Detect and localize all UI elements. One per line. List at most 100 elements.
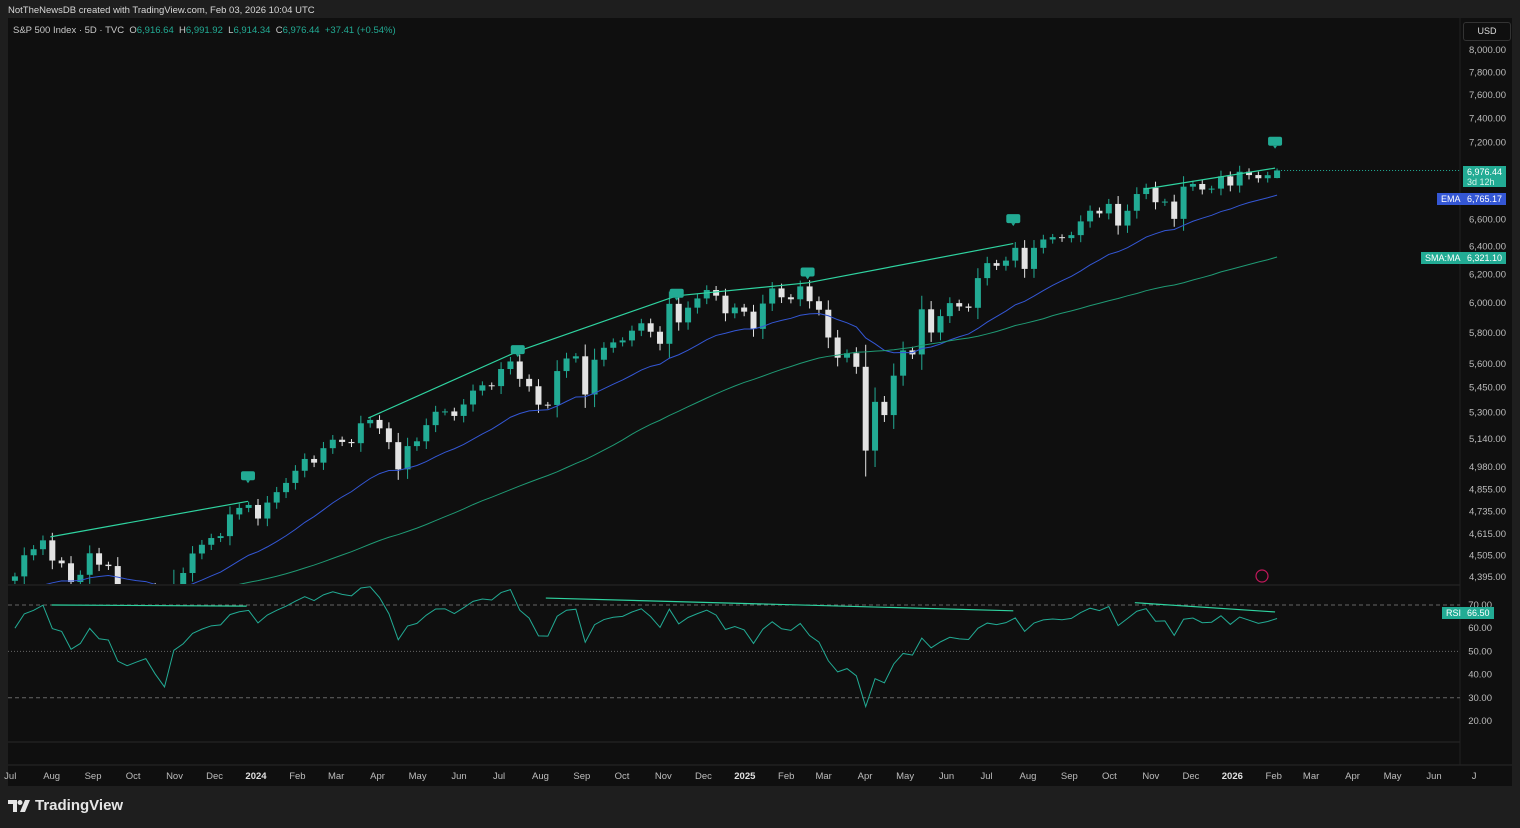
candle-body xyxy=(853,353,860,367)
price-tick-label: 4,505.00 xyxy=(1469,550,1506,561)
price-tick-label: 4,395.00 xyxy=(1469,572,1506,583)
time-tick-label: Oct xyxy=(126,771,141,782)
candle-body xyxy=(413,441,420,447)
candle-body xyxy=(208,538,215,545)
candle-body xyxy=(628,330,635,341)
candle-body xyxy=(133,595,139,599)
chart-svg[interactable]: 8,000.00 7,800.00 7,600.00 7,400.00 7,200.00… xyxy=(0,0,1520,828)
candle-body xyxy=(956,303,963,307)
candle-body xyxy=(189,553,196,574)
candle-body xyxy=(787,297,794,300)
rsi-tick-label: 20.00 xyxy=(1468,716,1492,727)
candle-body xyxy=(984,263,991,279)
candle-body xyxy=(722,295,729,314)
candle-body xyxy=(507,361,514,370)
candle-body xyxy=(395,442,402,470)
time-tick-label: May xyxy=(1384,771,1402,782)
candle-body xyxy=(1264,175,1271,179)
candle-body xyxy=(226,514,233,537)
signal-pointer xyxy=(245,480,250,484)
time-tick-label: Dec xyxy=(695,771,712,782)
time-tick-label: Aug xyxy=(1020,771,1037,782)
time-tick-label: Apr xyxy=(858,771,873,782)
price-tick-label: 6,200.00 xyxy=(1469,269,1506,280)
price-trendline xyxy=(1144,167,1276,190)
candle-body xyxy=(498,369,505,387)
signal-badge xyxy=(1268,136,1283,146)
candle-body xyxy=(778,288,785,298)
candle-body xyxy=(937,316,944,333)
candle-body xyxy=(535,386,542,405)
signal-badge xyxy=(669,288,684,298)
candle-body xyxy=(1208,188,1215,190)
candle-body xyxy=(1161,201,1168,203)
candle-body xyxy=(881,401,888,416)
price-tick-label: 4,735.00 xyxy=(1469,506,1506,517)
candle-body xyxy=(1012,247,1019,261)
candle-body xyxy=(1115,203,1122,226)
price-tick-label: 5,800.00 xyxy=(1469,328,1506,339)
candle-body xyxy=(441,411,448,413)
ema-label-tag: EMA xyxy=(1437,193,1465,205)
ema-value-tag: 6,765.17 xyxy=(1463,193,1507,205)
candle-body xyxy=(49,540,56,561)
signal-badge xyxy=(1006,214,1021,224)
time-tick-label: Jun xyxy=(939,771,954,782)
price-tick-label: 4,615.00 xyxy=(1469,529,1506,540)
price-tick-label: 5,300.00 xyxy=(1469,407,1506,418)
price-tick-label: 5,600.00 xyxy=(1469,359,1506,370)
currency-button[interactable]: USD xyxy=(1463,22,1511,41)
candle-body xyxy=(58,560,65,564)
time-tick-label: Apr xyxy=(370,771,385,782)
candle-body xyxy=(68,563,75,583)
time-tick-label: Aug xyxy=(43,771,60,782)
price-tick-label: 6,400.00 xyxy=(1469,241,1506,252)
alert-lightning-icon xyxy=(1255,569,1269,583)
tradingview-logo[interactable]: TradingView xyxy=(8,797,123,814)
candle-body xyxy=(1096,210,1103,214)
high-value: 6,991.92 xyxy=(185,25,223,36)
candle-body xyxy=(460,404,467,416)
candles xyxy=(11,165,1281,634)
candle-body xyxy=(152,591,158,612)
price-tick-label: 5,450.00 xyxy=(1469,383,1506,394)
candle-body xyxy=(86,553,93,575)
candle-body xyxy=(657,331,664,344)
candle-body xyxy=(488,385,495,387)
symbol-name[interactable]: S&P 500 Index · 5D · TVC xyxy=(13,25,124,36)
signal-badge xyxy=(510,345,525,355)
candle-body xyxy=(731,307,738,314)
candle-body xyxy=(367,419,374,424)
candle-body xyxy=(1087,210,1094,222)
candle-body xyxy=(572,356,579,359)
candle-body xyxy=(451,411,458,416)
time-tick-label: Jul xyxy=(980,771,992,782)
price-tick-label: 7,400.00 xyxy=(1469,114,1506,125)
bar-countdown: 3d 12h xyxy=(1467,177,1495,187)
time-tick-label: J xyxy=(1472,771,1477,782)
price-tick-label: 5,140.00 xyxy=(1469,434,1506,445)
candle-body xyxy=(171,584,177,634)
candle-body xyxy=(890,375,897,416)
candle-body xyxy=(638,323,645,331)
candle-body xyxy=(1059,237,1066,239)
candle-body xyxy=(1105,203,1112,214)
open-value: 6,916.64 xyxy=(136,25,174,36)
rsi-trendline xyxy=(51,604,247,607)
candle-body xyxy=(1171,201,1178,219)
rsi-trendline xyxy=(545,597,1014,612)
candle-body xyxy=(647,323,654,332)
time-tick-label: Feb xyxy=(289,771,305,782)
signal-badge xyxy=(800,267,815,277)
candle-body xyxy=(1189,183,1196,187)
sma-value-tag: 6,321.10 xyxy=(1463,252,1507,264)
candle-body xyxy=(862,366,869,451)
time-tick-label: Jun xyxy=(451,771,466,782)
price-tick-label: 4,855.00 xyxy=(1469,484,1506,495)
time-tick-label: Sep xyxy=(1061,771,1078,782)
candle-body xyxy=(273,492,280,503)
candle-body xyxy=(582,356,589,395)
low-value: 6,914.34 xyxy=(233,25,271,36)
time-tick-label: Dec xyxy=(1182,771,1199,782)
symbol-legend: S&P 500 Index · 5D · TVC O6,916.64 H6,99… xyxy=(13,25,396,36)
